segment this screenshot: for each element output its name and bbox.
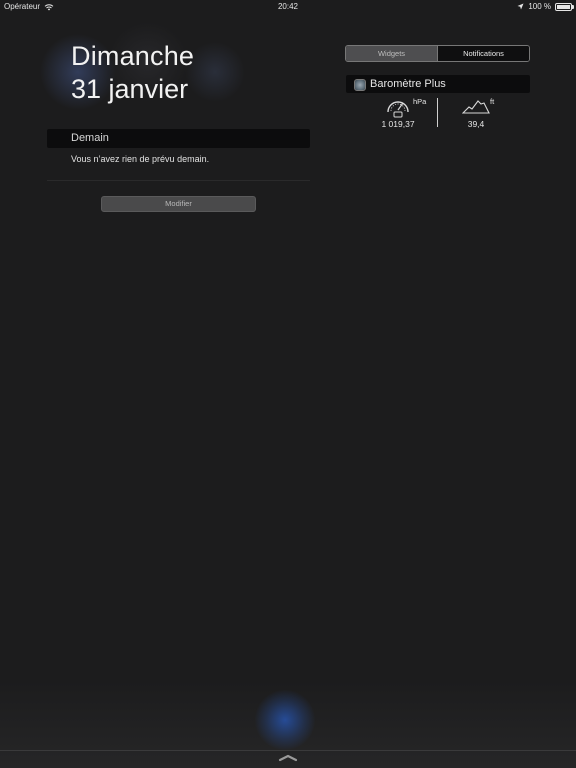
widget-title: Baromètre Plus <box>370 78 446 90</box>
barometer-app-icon <box>354 79 366 91</box>
location-arrow-icon <box>517 3 524 10</box>
section-divider <box>47 180 310 181</box>
tomorrow-empty-message: Vous n’avez rien de prévu demain. <box>71 154 210 164</box>
day-name: Dimanche <box>71 41 195 71</box>
reading-divider <box>437 98 438 127</box>
mountain-icon <box>462 100 490 114</box>
pressure-value: 1 019,37 <box>381 119 415 129</box>
battery-icon <box>555 2 574 11</box>
date-header: Dimanche 31 janvier <box>71 40 194 106</box>
tab-widgets[interactable]: Widgets <box>346 46 438 61</box>
barometer-widget-header[interactable]: Baromètre Plus <box>346 75 530 93</box>
view-segmented-control: Widgets Notifications <box>345 45 530 62</box>
status-time: 20:42 <box>277 2 299 11</box>
battery-fill <box>557 4 570 9</box>
altitude-unit: ft <box>490 97 495 106</box>
edit-button[interactable]: Modifier <box>101 196 256 212</box>
chevron-up-handle-icon[interactable] <box>278 754 298 762</box>
battery-percent: 100 % <box>528 2 551 11</box>
tab-notifications[interactable]: Notifications <box>438 46 529 61</box>
altitude-value: 39,4 <box>467 119 485 129</box>
full-date: 31 janvier <box>71 74 189 104</box>
tomorrow-section-header: Demain <box>47 129 310 148</box>
gauge-icon <box>387 101 409 118</box>
blurred-background-glow <box>255 690 315 750</box>
bottom-divider <box>0 750 576 751</box>
status-right: 100 % <box>517 2 574 11</box>
status-bar: Opérateur 20:42 100 % <box>0 0 576 12</box>
pressure-unit: hPa <box>413 97 427 106</box>
pressure-reading[interactable]: hPa 1 019,37 <box>375 95 427 131</box>
notification-center: Opérateur 20:42 100 % Dimanche 31 janvie… <box>0 0 576 768</box>
altitude-reading[interactable]: ft 39,4 <box>460 95 500 131</box>
